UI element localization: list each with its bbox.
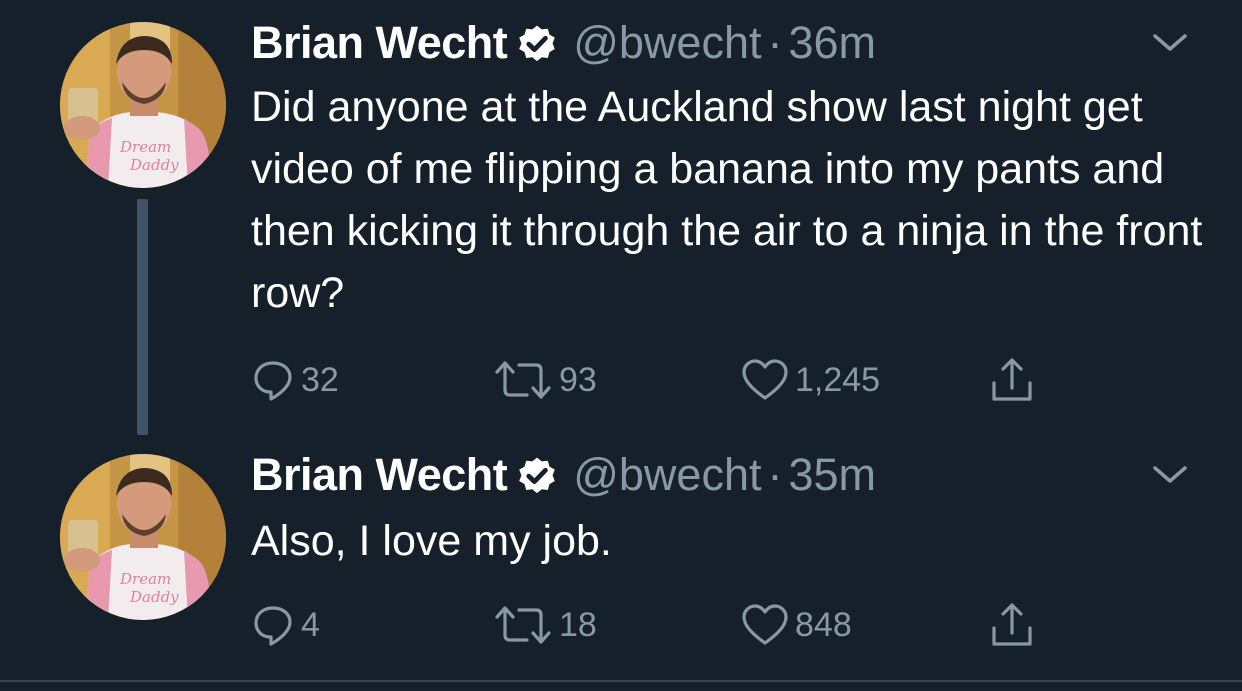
author-name[interactable]: Brian Wecht — [251, 448, 508, 502]
chevron-down-icon[interactable] — [1150, 30, 1190, 56]
retweet-button[interactable]: 93 — [493, 355, 597, 405]
avatar[interactable]: Dream Daddy — [60, 454, 226, 620]
heart-icon — [742, 604, 788, 645]
like-count: 1,245 — [795, 361, 881, 399]
divider — [0, 680, 1242, 682]
reply-icon — [254, 361, 292, 401]
reply-count: 4 — [301, 606, 320, 644]
author-handle[interactable]: @bwecht — [573, 16, 761, 70]
dot-separator: · — [767, 17, 783, 68]
tweet-header: Brian Wecht @bwecht · 36m — [251, 16, 876, 70]
verified-badge-icon — [519, 25, 556, 62]
tweet-text: Did anyone at the Auckland show last nig… — [251, 83, 1203, 317]
author-name[interactable]: Brian Wecht — [251, 16, 508, 70]
share-icon — [992, 358, 1032, 401]
share-button[interactable] — [989, 355, 1041, 405]
avatar-shirt-line-1: Dream — [119, 570, 171, 588]
like-count: 848 — [795, 606, 852, 644]
reply-button[interactable]: 4 — [251, 600, 320, 650]
tweet-actions: 32 93 1,245 — [251, 355, 1071, 409]
author-handle[interactable]: @bwecht — [573, 448, 761, 502]
tweet-thread: Dream Daddy Brian Wecht @bwecht · 36m Di… — [0, 0, 1242, 691]
retweet-icon — [495, 606, 551, 644]
tweet-1[interactable]: Dream Daddy Brian Wecht @bwecht · 36m Di… — [0, 0, 1242, 440]
retweet-icon — [495, 361, 551, 399]
tweet-2[interactable]: Dream Daddy Brian Wecht @bwecht · 35m Al… — [0, 440, 1242, 680]
avatar-photo: Dream Daddy — [60, 22, 226, 188]
tweet-timestamp[interactable]: 35m — [788, 448, 876, 502]
tweet-text: Also, I love my job. — [251, 517, 612, 565]
avatar-shirt-line-2: Daddy — [129, 588, 179, 606]
avatar-photo: Dream Daddy — [60, 454, 226, 620]
thread-connector-line — [137, 199, 148, 435]
retweet-count: 93 — [559, 361, 597, 399]
share-icon — [992, 603, 1032, 646]
dot-separator: · — [767, 449, 783, 500]
tweet-header: Brian Wecht @bwecht · 35m — [251, 448, 876, 502]
chevron-down-icon[interactable] — [1150, 462, 1190, 488]
avatar-shirt-line-1: Dream — [119, 138, 171, 156]
tweet-actions: 4 18 848 — [251, 600, 1071, 654]
verified-badge-icon — [519, 457, 556, 494]
retweet-count: 18 — [559, 606, 597, 644]
avatar[interactable]: Dream Daddy — [60, 22, 226, 188]
reply-button[interactable]: 32 — [251, 355, 339, 405]
like-button[interactable]: 848 — [741, 600, 852, 650]
heart-icon — [742, 359, 788, 400]
like-button[interactable]: 1,245 — [741, 355, 880, 405]
reply-icon — [254, 606, 292, 646]
share-button[interactable] — [989, 600, 1041, 650]
avatar-shirt-line-2: Daddy — [129, 156, 179, 174]
reply-count: 32 — [301, 361, 339, 399]
tweet-timestamp[interactable]: 36m — [788, 16, 876, 70]
retweet-button[interactable]: 18 — [493, 600, 597, 650]
